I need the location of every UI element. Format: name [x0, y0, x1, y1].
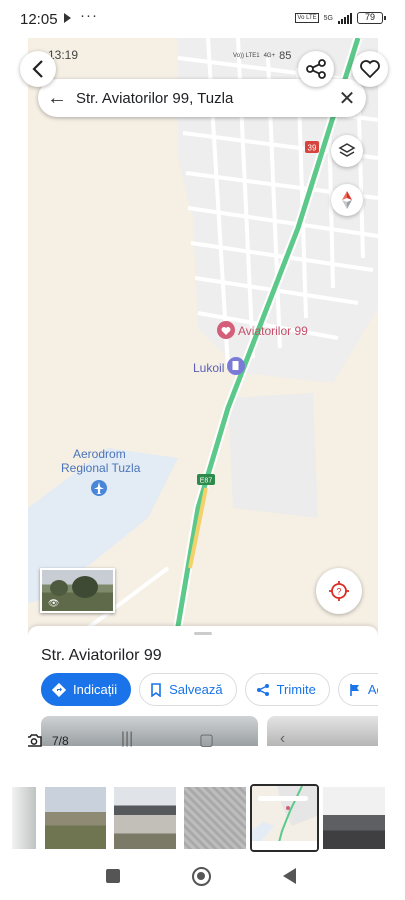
- save-button[interactable]: Salvează: [139, 673, 237, 706]
- gallery-thumbnail[interactable]: [114, 787, 176, 849]
- gallery-thumbnail[interactable]: [323, 787, 385, 849]
- share-place-button[interactable]: Trimite: [244, 673, 330, 706]
- directions-icon: [52, 682, 66, 697]
- bookmark-icon: [151, 682, 161, 697]
- home-icon[interactable]: [192, 867, 211, 886]
- viewer-share-button[interactable]: [298, 51, 334, 87]
- recents-icon: |||: [120, 730, 134, 747]
- network-type: 5G: [323, 14, 333, 22]
- svg-text:?: ?: [336, 587, 341, 597]
- directions-button[interactable]: Indicații: [41, 673, 132, 706]
- place-actions: Indicații Salvează Trimite A: [41, 673, 378, 706]
- volte-icon: Vo LTE: [295, 13, 319, 23]
- photo-viewer[interactable]: 39 E87 Aviatorilor 99 Lukoil Aerodrom Re…: [28, 38, 378, 770]
- chevron-left-icon: [32, 60, 43, 78]
- system-nav-bar: [0, 860, 405, 894]
- layers-icon: [338, 143, 356, 157]
- embedded-nav-bar: ||| ▢ ‹: [88, 730, 318, 750]
- signal-icon: [338, 12, 352, 24]
- viewer-overlay: 7/8 ||| ▢ ‹: [28, 728, 378, 770]
- poi-airport-line2[interactable]: Regional Tuzla: [61, 461, 141, 475]
- status-time: 12:05: [20, 11, 58, 28]
- battery-icon: 79: [357, 12, 386, 24]
- gallery-thumbnail[interactable]: [45, 787, 106, 849]
- pin-label[interactable]: Aviatorilor 99: [238, 324, 308, 338]
- gallery-thumbnail[interactable]: [12, 787, 36, 849]
- map-thumbnail: [252, 786, 317, 850]
- poi-airport-line1[interactable]: Aerodrom: [73, 447, 126, 461]
- share-icon: [256, 683, 269, 696]
- compass-button[interactable]: [331, 184, 363, 216]
- viewer-favorite-button[interactable]: [352, 51, 388, 87]
- close-icon[interactable]: ✕: [328, 86, 366, 111]
- status-bar: 12:05 ··· Vo LTE 5G 79: [0, 0, 405, 38]
- gallery-strip: [0, 783, 405, 853]
- home-icon: ▢: [199, 732, 215, 749]
- my-location-icon: ?: [329, 581, 349, 601]
- embedded-status-indicators: Vo)) LTE1 4G+ 85: [233, 50, 292, 62]
- street-view-icon: 👁: [48, 598, 60, 608]
- more-notifications-icon: ···: [80, 7, 98, 24]
- play-notification-icon: [64, 13, 71, 23]
- share-icon: [306, 59, 326, 79]
- flag-icon: [350, 683, 359, 696]
- map-canvas[interactable]: 39 E87 Aviatorilor 99 Lukoil Aerodrom Re…: [28, 38, 378, 638]
- svg-text:39: 39: [308, 144, 317, 153]
- add-label-button[interactable]: Ac: [337, 673, 378, 706]
- arrow-left-icon[interactable]: ←: [38, 87, 76, 110]
- photo-counter: 7/8: [52, 734, 69, 748]
- sheet-drag-handle[interactable]: [194, 632, 212, 635]
- gallery-thumbnail-selected[interactable]: [250, 784, 319, 852]
- status-indicators: Vo LTE 5G 79: [295, 12, 386, 24]
- my-location-button[interactable]: ?: [316, 568, 362, 614]
- poi-lukoil[interactable]: Lukoil: [193, 361, 224, 375]
- layers-button[interactable]: [331, 135, 363, 167]
- gallery-thumbnail[interactable]: [184, 787, 246, 849]
- viewer-back-button[interactable]: [20, 51, 56, 87]
- camera-icon[interactable]: [28, 734, 42, 747]
- place-title: Str. Aviatorilor 99: [41, 647, 162, 664]
- compass-icon: [342, 191, 352, 209]
- map-view[interactable]: 39 E87 Aviatorilor 99 Lukoil Aerodrom Re…: [28, 38, 378, 638]
- street-view-thumbnail[interactable]: 👁: [40, 568, 115, 613]
- search-query[interactable]: Str. Aviatorilor 99, Tuzla: [76, 90, 328, 107]
- back-icon[interactable]: [283, 868, 296, 884]
- heart-outline-icon: [360, 60, 380, 79]
- svg-text:E87: E87: [200, 478, 213, 485]
- back-icon: ‹: [279, 730, 286, 747]
- recents-icon[interactable]: [106, 869, 120, 883]
